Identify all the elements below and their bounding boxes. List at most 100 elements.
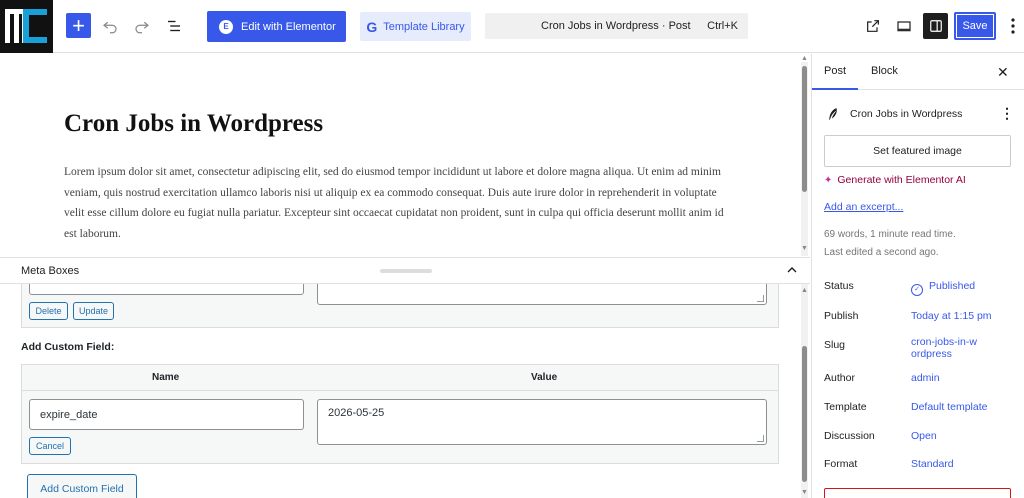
existing-field-name-input[interactable]: [29, 284, 304, 295]
set-featured-image-button[interactable]: Set featured image: [824, 135, 1011, 167]
author-label: Author: [824, 372, 855, 384]
slug-label: Slug: [824, 339, 846, 351]
undo-icon: [103, 21, 117, 34]
new-custom-field-table: Name Value expire_date 2026-05-25 Cancel: [21, 364, 779, 464]
add-block-button[interactable]: +: [66, 13, 91, 38]
publish-value[interactable]: Today at 1:15 pm: [911, 310, 1011, 322]
meta-scroll-up-arrow-icon[interactable]: ▲: [801, 287, 808, 294]
textarea-resize-icon: [757, 435, 764, 442]
discussion-label: Discussion: [824, 430, 875, 442]
settings-panel-icon: [929, 20, 942, 32]
view-post-button[interactable]: [861, 14, 885, 38]
update-field-button[interactable]: Update: [73, 302, 114, 320]
external-link-icon: [867, 20, 879, 32]
save-button-label: Save: [962, 20, 988, 32]
format-label: Format: [824, 458, 858, 470]
new-field-name-input[interactable]: expire_date: [29, 399, 304, 430]
featured-image-label: Set featured image: [873, 145, 962, 157]
existing-custom-field-row: Delete Update: [21, 284, 779, 328]
logo-letter-c: [23, 9, 47, 43]
save-button[interactable]: Save: [954, 12, 996, 40]
paragraph-block[interactable]: Lorem ipsum dolor sit amet, consectetur …: [64, 162, 734, 244]
publish-label: Publish: [824, 310, 859, 322]
document-title: Cron Jobs in Wordpress: [850, 108, 963, 120]
table-header: Name Value: [22, 365, 778, 391]
template-library-label: Template Library: [383, 20, 465, 33]
slug-value[interactable]: cron-jobs-in-wordpress: [911, 336, 979, 360]
add-custom-field-label: Add Custom Field: [40, 483, 124, 495]
template-library-button[interactable]: G Template Library: [360, 12, 471, 41]
textarea-resize-icon: [757, 295, 764, 302]
published-check-icon: ✓: [911, 284, 923, 296]
ai-sparkle-icon: ✦: [824, 174, 833, 186]
column-header-name: Name: [152, 372, 180, 383]
template-label: Template: [824, 401, 867, 413]
scroll-down-arrow-icon[interactable]: ▼: [801, 245, 808, 252]
cancel-field-button[interactable]: Cancel: [29, 437, 71, 455]
last-edited-info: Last edited a second ago.: [824, 247, 939, 258]
column-header-value: Value: [531, 372, 558, 383]
new-field-value-textarea[interactable]: 2026-05-25: [317, 399, 767, 445]
tab-post[interactable]: Post: [824, 65, 846, 77]
meta-boxes-area: Delete Update Add Custom Field: Name Val…: [0, 284, 810, 498]
template-library-icon: G: [366, 18, 378, 35]
document-summary: Cron Jobs in Wordpress ⋮: [824, 105, 1014, 122]
add-icon: +: [72, 12, 85, 38]
editor-scroll-thumb[interactable]: [802, 66, 807, 192]
command-palette-bar[interactable]: Cron Jobs in Wordpress · Post Ctrl+K: [485, 13, 748, 39]
meta-scroll-thumb[interactable]: [802, 346, 807, 482]
post-title[interactable]: Cron Jobs in Wordpress: [64, 110, 323, 138]
editor-canvas[interactable]: Cron Jobs in Wordpress Lorem ipsum dolor…: [0, 54, 810, 257]
generate-with-elementor-ai-link[interactable]: ✦ Generate with Elementor AI: [824, 174, 966, 186]
preview-button[interactable]: [892, 14, 916, 38]
undo-button[interactable]: [98, 14, 122, 38]
delete-field-label: Delete: [35, 306, 62, 316]
discussion-value[interactable]: Open: [911, 430, 1011, 442]
post-icon: [828, 108, 837, 120]
more-options-icon: [1011, 18, 1015, 34]
meta-scrollbar[interactable]: [801, 284, 808, 498]
resize-handle[interactable]: [380, 269, 432, 273]
add-custom-field-button[interactable]: Add Custom Field: [27, 474, 137, 498]
list-view-icon: [168, 20, 180, 32]
move-to-trash-button[interactable]: [824, 488, 1011, 498]
status-label: Status: [824, 280, 854, 292]
elementor-button-label: Edit with Elementor: [241, 20, 336, 33]
format-value[interactable]: Standard: [911, 458, 1011, 470]
editor-toolbar: + E Edit with Elementor G Template Libra…: [0, 0, 1024, 53]
elementor-icon: E: [219, 19, 233, 34]
template-value[interactable]: Default template: [911, 401, 1011, 413]
close-sidebar-icon[interactable]: ✕: [997, 64, 1009, 81]
existing-field-value-textarea[interactable]: [317, 284, 767, 305]
author-value[interactable]: admin: [911, 372, 1011, 384]
new-field-name-value: expire_date: [40, 408, 98, 421]
update-field-label: Update: [78, 306, 109, 316]
sidebar-tabs: Post Block ✕: [812, 54, 1024, 90]
site-logo[interactable]: [0, 0, 53, 53]
chevron-up-icon[interactable]: [784, 262, 800, 278]
status-value-text: Published: [929, 280, 976, 292]
command-bar-shortcut: Ctrl+K: [707, 20, 738, 32]
editor-scrollbar[interactable]: [801, 62, 808, 256]
meta-scroll-down-arrow-icon[interactable]: ▼: [801, 489, 808, 496]
edit-with-elementor-button[interactable]: E Edit with Elementor: [207, 11, 346, 42]
document-overview-button[interactable]: [162, 14, 186, 38]
redo-button[interactable]: [130, 14, 154, 38]
active-tab-indicator: [812, 88, 858, 90]
command-bar-title: Cron Jobs in Wordpress · Post: [541, 20, 691, 32]
settings-toggle-button[interactable]: [923, 13, 948, 39]
meta-boxes-header: Meta Boxes: [0, 257, 810, 284]
scroll-up-arrow-icon[interactable]: ▲: [801, 55, 808, 62]
add-excerpt-link[interactable]: Add an excerpt...: [824, 201, 903, 213]
document-actions-icon[interactable]: ⋮: [1000, 105, 1014, 122]
cancel-field-label: Cancel: [35, 441, 64, 451]
meta-boxes-label: Meta Boxes: [21, 265, 80, 277]
desktop-preview-icon: [897, 21, 911, 32]
new-field-value-text: 2026-05-25: [328, 407, 385, 419]
status-value[interactable]: ✓ Published: [911, 280, 1011, 296]
ai-link-label: Generate with Elementor AI: [837, 174, 966, 186]
word-count-info: 69 words, 1 minute read time.: [824, 229, 956, 240]
tab-block[interactable]: Block: [871, 65, 898, 77]
more-options-button[interactable]: [1001, 14, 1024, 38]
delete-field-button[interactable]: Delete: [29, 302, 68, 320]
